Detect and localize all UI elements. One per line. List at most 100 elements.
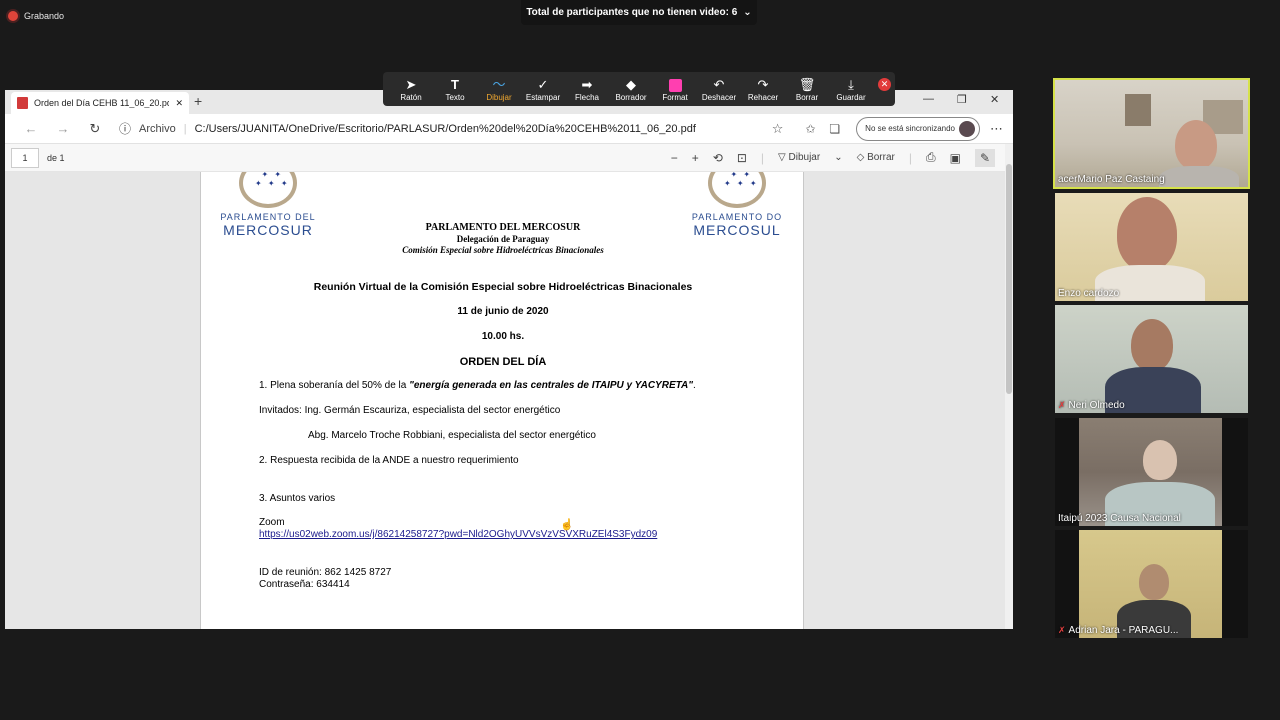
video-tile-3[interactable]: ✗ Neri Olmedo <box>1055 305 1248 413</box>
tool-texto[interactable]: T Texto <box>433 77 477 102</box>
collections-icon[interactable]: ❏ <box>829 122 840 136</box>
back-icon[interactable]: ← <box>15 121 47 136</box>
doc-title: Reunión Virtual de la Comisión Especial … <box>313 281 693 293</box>
close-tab-icon[interactable]: ✕ <box>175 98 183 109</box>
participant-name: Enzo cardozo <box>1058 288 1120 299</box>
erase-button[interactable]: ◇ Borrar <box>857 152 895 163</box>
zoom-meeting-link[interactable]: https://us02web.zoom.us/j/86214258727?pw… <box>259 529 657 540</box>
draw-label: Dibujar <box>788 152 821 163</box>
browser-window: Orden del Día CEHB 11_06_20.pdf ✕ + — ❐ … <box>5 90 1013 629</box>
zoom-in-icon[interactable]: + <box>692 151 699 165</box>
mouse-cursor-icon: ☝ <box>560 519 574 531</box>
arrow-icon: ➡ <box>581 76 593 92</box>
save-icon[interactable]: ▣ <box>950 151 961 165</box>
participants-without-video-dropdown[interactable]: Total de participantes que no tienen vid… <box>521 0 757 25</box>
address-bar: ← → ↻ ⓘ Archivo | C:/Users/JUANITA/OneDr… <box>5 114 1013 144</box>
tool-deshacer[interactable]: ↶ Deshacer <box>697 77 741 102</box>
pdf-page: ✦ ✦ ✦ ✦ ✦ PARLAMENTO DEL MERCOSUR ✦ ✦ ✦ ✦ … <box>200 172 804 629</box>
participant-name: ✗ Neri Olmedo <box>1058 400 1125 411</box>
guests-line-2: Abg. Marcelo Troche Robbiani, especialis… <box>308 430 596 441</box>
fit-page-icon[interactable]: ⊡ <box>737 151 747 165</box>
video-tile-1[interactable]: acerMario Paz Castaing <box>1053 78 1250 189</box>
agenda-item-2: 2. Respuesta recibida de la ANDE a nuest… <box>259 455 519 466</box>
record-icon <box>8 11 18 21</box>
draw-icon: 〜 <box>492 76 506 92</box>
tool-raton[interactable]: ➤ Ratón <box>389 77 433 102</box>
meeting-id: ID de reunión: 862 1425 8727 <box>259 567 392 578</box>
pdf-toolbar: 1 de 1 − + ⟲ ⊡ | ▽ Dibujar ⌄ ◇ Borrar | … <box>5 144 1013 172</box>
more-menu-icon[interactable]: ⋯ <box>990 121 1003 137</box>
stamp-check-icon: ✓ <box>537 76 549 92</box>
pointer-icon: ➤ <box>405 76 417 92</box>
forward-icon[interactable]: → <box>47 121 79 136</box>
favorite-star-icon[interactable]: ☆ <box>772 121 784 137</box>
participant-name: acerMario Paz Castaing <box>1058 174 1165 185</box>
participants-label: Total de participantes que no tienen vid… <box>526 7 738 18</box>
address-scheme-label: Archivo <box>139 122 176 135</box>
pin-icon[interactable]: ✎ <box>974 148 995 167</box>
pdf-scrollbar[interactable] <box>1005 144 1013 629</box>
doc-header-delegation: Delegación de Paraguay <box>456 234 550 244</box>
new-tab-icon[interactable]: + <box>194 93 202 109</box>
address-url[interactable]: C:/Users/JUANITA/OneDrive/Escritorio/PAR… <box>195 123 758 135</box>
page-count: de 1 <box>47 152 65 163</box>
refresh-icon[interactable]: ↻ <box>79 121 111 137</box>
info-icon[interactable]: ⓘ <box>119 120 131 137</box>
pdf-file-icon <box>17 97 28 109</box>
agenda-heading: ORDEN DEL DÍA <box>459 356 547 368</box>
microphone-muted-icon: ✗ <box>1058 400 1066 410</box>
profile-avatar <box>959 120 975 137</box>
save-icon: ⤓ <box>848 76 854 92</box>
doc-date: 11 de junio de 2020 <box>457 306 549 317</box>
chevron-down-icon[interactable]: ⌄ <box>834 152 842 163</box>
chevron-down-icon: ⌄ <box>743 7 752 18</box>
erase-label: Borrar <box>867 152 895 163</box>
rotate-icon[interactable]: ⟲ <box>713 151 723 165</box>
restore-icon[interactable]: ❐ <box>957 93 967 106</box>
pdf-viewer[interactable]: ✦ ✦ ✦ ✦ ✦ PARLAMENTO DEL MERCOSUR ✦ ✦ ✦ ✦ … <box>5 172 1005 629</box>
recording-indicator: Grabando <box>8 8 64 24</box>
print-icon[interactable]: ⎙ <box>926 150 936 165</box>
trash-icon: 🗑 <box>798 76 816 92</box>
draw-button[interactable]: ▽ Dibujar <box>778 152 820 163</box>
minimize-icon[interactable]: — <box>923 93 934 105</box>
agenda-item-1: 1. Plena soberanía del 50% de la "energí… <box>259 380 696 391</box>
agenda-item-3: 3. Asuntos varios <box>259 493 336 504</box>
annotation-toolbar: ➤ Ratón T Texto 〜 Dibujar ✓ Estampar ➡ Flecha… <box>383 72 895 106</box>
tool-format[interactable]: Format <box>653 77 697 102</box>
video-tile-4[interactable]: Itaipú 2023 Causa Nacional <box>1055 418 1248 526</box>
tool-estampar[interactable]: ✓ Estampar <box>521 77 565 102</box>
tool-rehacer[interactable]: ↷ Rehacer <box>741 77 785 102</box>
guests-line-1: Invitados: Ing. Germán Escauriza, especi… <box>259 405 561 416</box>
eraser-icon: ◇ <box>856 152 865 163</box>
meeting-password: Contraseña: 634414 <box>259 579 350 590</box>
sync-status-button[interactable]: No se está sincronizando <box>856 116 980 141</box>
recording-label: Grabando <box>24 11 65 21</box>
browser-tab[interactable]: Orden del Día CEHB 11_06_20.pdf ✕ <box>11 92 189 114</box>
tool-flecha[interactable]: ➡ Flecha <box>565 77 609 102</box>
video-tile-2[interactable]: Enzo cardozo <box>1055 193 1248 301</box>
tab-title: Orden del Día CEHB 11_06_20.pdf <box>34 98 170 108</box>
doc-header-org: PARLAMENTO DEL MERCOSUR <box>425 222 581 233</box>
microphone-muted-icon: ✗ <box>1058 625 1066 635</box>
zoom-out-icon[interactable]: − <box>671 151 678 165</box>
redo-icon: ↷ <box>757 76 769 92</box>
tool-borrar[interactable]: 🗑 Borrar <box>785 77 829 102</box>
close-annotation-icon[interactable]: ✕ <box>878 78 891 91</box>
participant-name: Itaipú 2023 Causa Nacional <box>1058 513 1181 524</box>
page-number-input[interactable]: 1 <box>11 147 39 168</box>
close-window-icon[interactable]: ✕ <box>990 93 999 106</box>
tool-guardar[interactable]: ⤓ Guardar <box>829 77 873 102</box>
zoom-label: Zoom <box>259 517 285 528</box>
doc-time: 10.00 hs. <box>481 331 525 342</box>
color-swatch-icon <box>668 78 682 92</box>
text-icon: T <box>451 76 459 92</box>
sync-label: No se está sincronizando <box>865 124 955 133</box>
video-tile-5[interactable]: ✗ Adrian Jara - PARAGU... <box>1055 530 1248 638</box>
eraser-icon: ◆ <box>626 76 636 92</box>
participant-name: ✗ Adrian Jara - PARAGU... <box>1058 625 1179 636</box>
favorites-icon[interactable]: ✩ <box>805 122 815 136</box>
undo-icon: ↶ <box>713 76 725 92</box>
tool-dibujar[interactable]: 〜 Dibujar <box>477 77 521 102</box>
tool-borrador[interactable]: ◆ Borrador <box>609 77 653 102</box>
